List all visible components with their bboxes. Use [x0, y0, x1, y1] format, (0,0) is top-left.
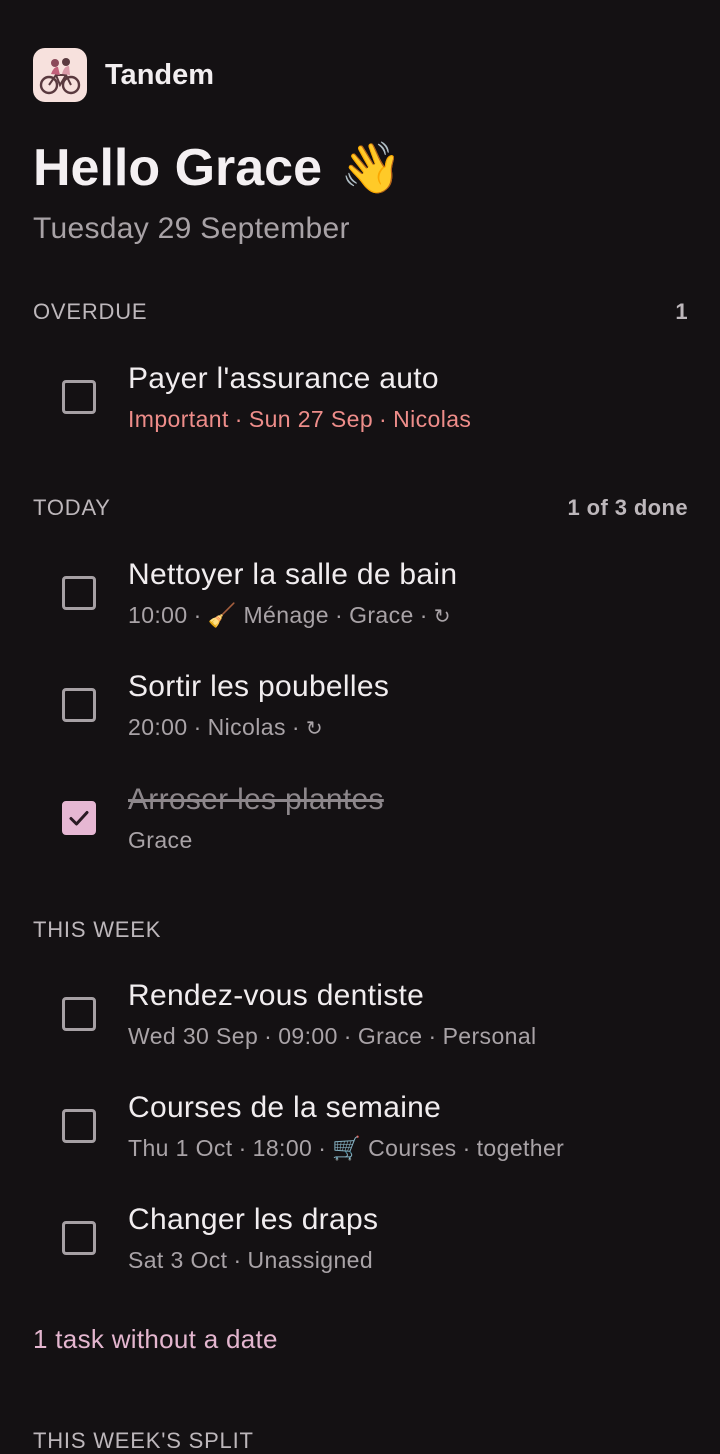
task-title: Arroser les plantes — [128, 783, 384, 816]
task-meta: Thu 1 Oct · 18:00 · 🛒 Courses · together — [128, 1135, 565, 1161]
section-label: OVERDUE — [33, 299, 148, 324]
task-date: Sat 3 Oct — [128, 1247, 228, 1273]
task-checkbox[interactable] — [62, 688, 96, 722]
task-checkbox[interactable] — [62, 997, 96, 1031]
task-checkbox[interactable] — [62, 1109, 96, 1143]
app-header: Tandem — [33, 48, 214, 102]
broom-icon: 🧹 — [207, 602, 237, 628]
section-header-weekly-split: THIS WEEK'S SPLIT — [33, 1428, 254, 1453]
task-assignee: Nicolas — [393, 406, 472, 432]
task-time: 20:00 — [128, 714, 188, 740]
task-meta: 20:00 · Nicolas · ↻ — [128, 714, 324, 740]
task-assignee: Grace — [357, 1023, 423, 1049]
task-meta: Grace — [128, 827, 193, 854]
task-assignee: Grace — [349, 602, 414, 628]
current-date: Tuesday 29 September — [33, 212, 350, 245]
task-meta: Important · Sun 27 Sep · Nicolas — [128, 406, 472, 432]
task-title: Nettoyer la salle de bain — [128, 558, 458, 591]
task-time: 09:00 — [278, 1023, 338, 1049]
section-header-today: TODAY 1 of 3 done — [33, 495, 688, 521]
tandem-bicycle-logo-icon — [33, 48, 87, 102]
task-tag: Important — [128, 406, 229, 432]
task-time: 18:00 — [252, 1135, 313, 1161]
task-title: Courses de la semaine — [128, 1091, 442, 1124]
waving-hand-icon: 👋 — [340, 140, 403, 196]
task-meta: 10:00 · 🧹 Ménage · Grace · ↻ — [128, 602, 451, 628]
task-item[interactable]: Sortir les poubelles 20:00 · Nicolas · ↻ — [60, 670, 700, 750]
greeting-heading: Hello Grace 👋 — [33, 138, 402, 198]
task-category: Courses — [368, 1135, 457, 1161]
section-count: 1 — [675, 299, 688, 324]
repeat-icon: ↻ — [305, 718, 324, 740]
section-header-overdue: OVERDUE 1 — [33, 299, 688, 325]
section-label: TODAY — [33, 495, 111, 520]
checkmark-icon — [69, 811, 89, 826]
task-item[interactable]: Rendez-vous dentiste Wed 30 Sep · 09:00 · Gr… — [60, 979, 700, 1059]
task-item[interactable]: Changer les draps Sat 3 Oct · Unassigned — [60, 1203, 700, 1283]
shopping-cart-icon: 🛒 — [332, 1135, 362, 1161]
task-list: Personal — [442, 1023, 537, 1049]
section-header-this-week: THIS WEEK — [33, 917, 688, 943]
task-checkbox-checked[interactable] — [62, 801, 96, 835]
task-checkbox[interactable] — [62, 380, 96, 414]
task-date: Sun 27 Sep — [248, 406, 374, 432]
task-assignee: Unassigned — [247, 1247, 374, 1273]
task-checkbox[interactable] — [62, 1221, 96, 1255]
task-title: Payer l'assurance auto — [128, 362, 439, 395]
task-item[interactable]: Payer l'assurance auto Important · Sun 27 … — [60, 362, 700, 442]
undated-tasks-link[interactable]: 1 task without a date — [33, 1324, 278, 1355]
task-category: Ménage — [243, 602, 329, 628]
task-meta: Sat 3 Oct · Unassigned — [128, 1247, 374, 1273]
task-checkbox[interactable] — [62, 576, 96, 610]
section-count: 1 of 3 done — [567, 495, 688, 520]
app-name: Tandem — [105, 58, 215, 91]
task-item[interactable]: Nettoyer la salle de bain 10:00 · 🧹 Ménage… — [60, 558, 700, 638]
task-meta: Wed 30 Sep · 09:00 · Grace · Personal — [128, 1023, 537, 1049]
greeting-text: Hello Grace — [33, 139, 323, 197]
task-assignee: Grace — [128, 827, 193, 853]
repeat-icon: ↻ — [433, 606, 451, 628]
section-label: THIS WEEK — [33, 917, 162, 942]
task-assignee: together — [476, 1135, 565, 1161]
task-title: Changer les draps — [128, 1203, 379, 1236]
task-assignee: Nicolas — [207, 714, 286, 740]
task-title: Sortir les poubelles — [128, 670, 390, 703]
task-item[interactable]: Arroser les plantes Grace — [60, 783, 700, 863]
task-date: Wed 30 Sep — [128, 1023, 259, 1049]
task-title: Rendez-vous dentiste — [128, 979, 425, 1012]
task-time: 10:00 — [128, 602, 188, 628]
task-date: Thu 1 Oct — [128, 1135, 233, 1161]
task-item[interactable]: Courses de la semaine Thu 1 Oct · 18:00 · 🛒 … — [60, 1091, 700, 1171]
